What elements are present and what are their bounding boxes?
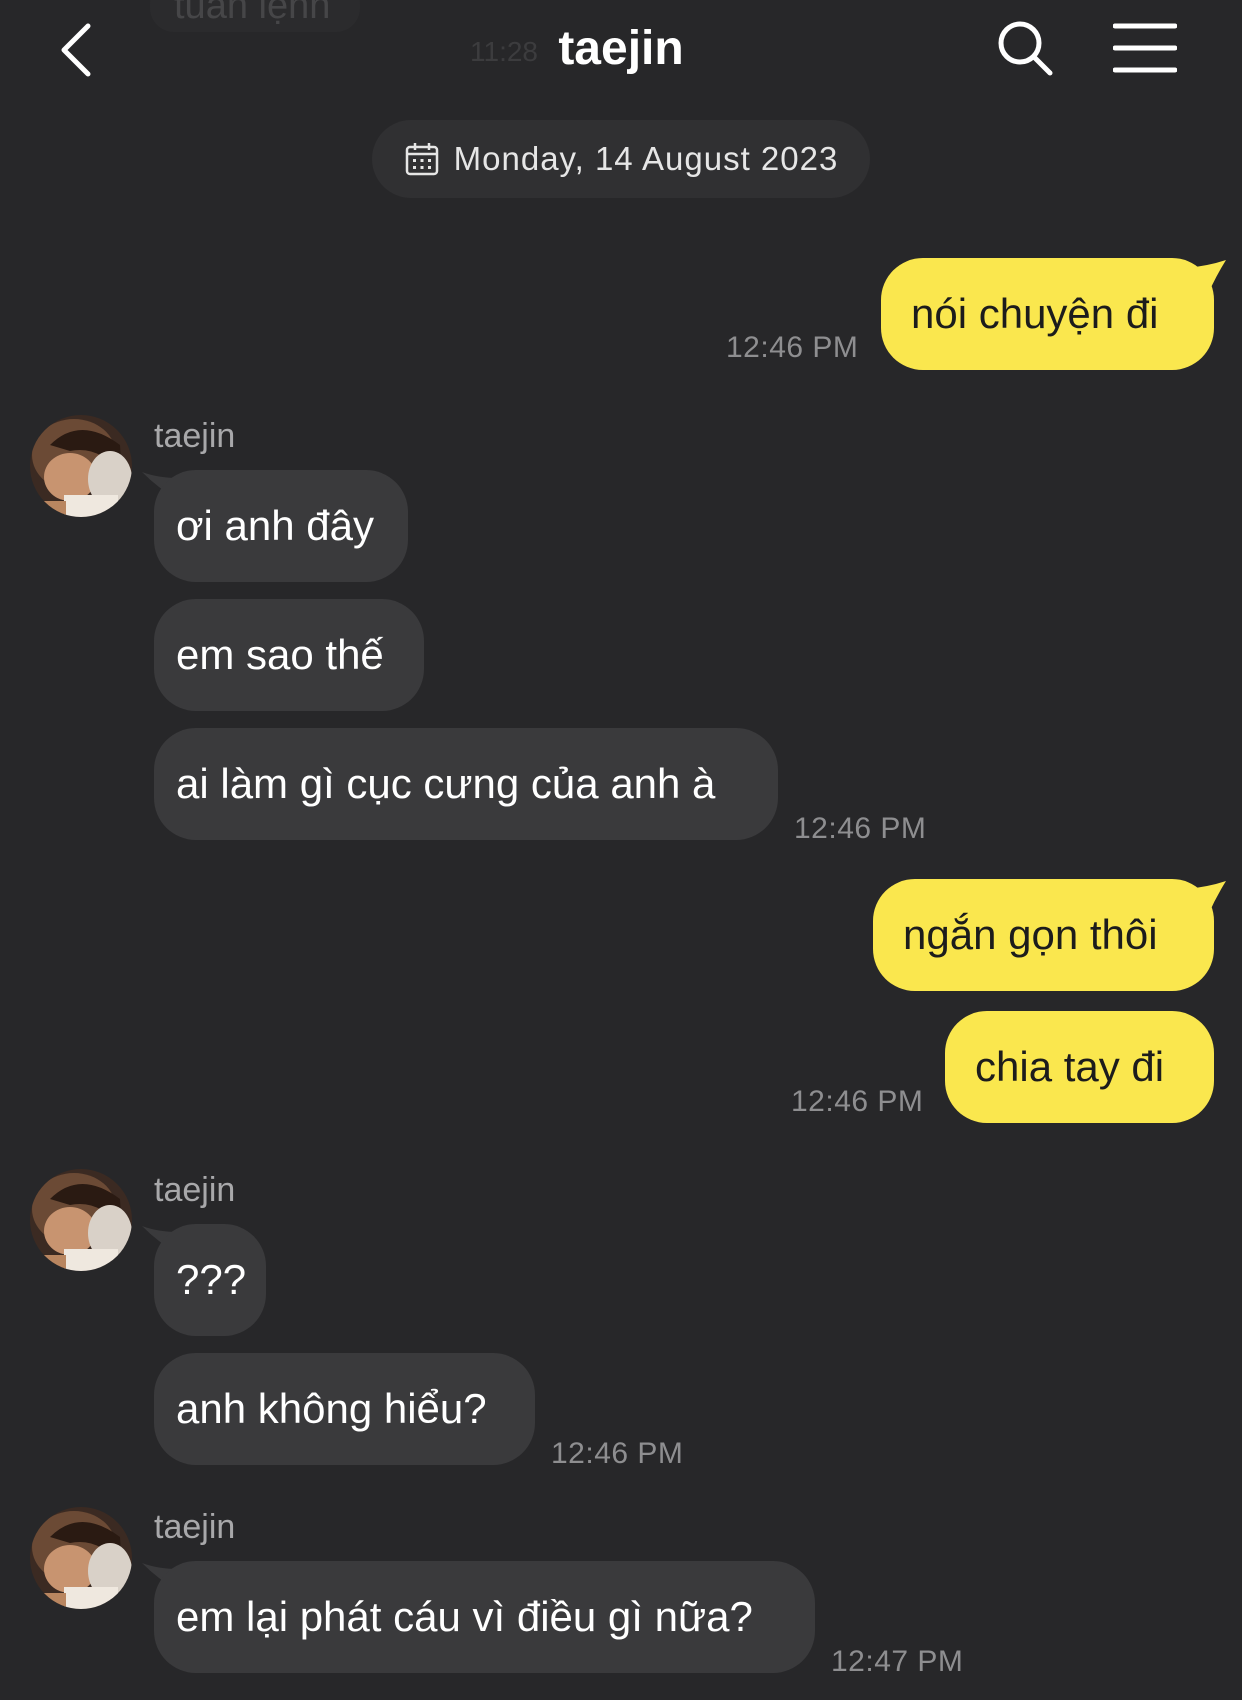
message-timestamp: 12:47 PM <box>831 1645 964 1678</box>
sender-name: taejin <box>154 417 236 455</box>
date-divider: Monday, 14 August 2023 <box>372 120 870 198</box>
hamburger-menu-icon <box>1112 23 1178 73</box>
message-text: em lại phát cáu vì điều gì nữa? <box>176 1593 753 1640</box>
date-label: Monday, 14 August 2023 <box>453 140 839 177</box>
message-text: anh không hiểu? <box>176 1385 487 1432</box>
avatar-photo <box>30 1169 132 1271</box>
menu-button[interactable] <box>1112 20 1178 76</box>
incoming-message[interactable]: ??? <box>154 1224 266 1336</box>
chat-header: tuân lệnh 11:28 taejin <box>0 0 1242 100</box>
search-button[interactable] <box>995 18 1055 78</box>
outgoing-message[interactable]: ngắn gọn thôi <box>873 879 1214 991</box>
incoming-message[interactable]: ai làm gì cục cưng của anh à <box>154 728 778 840</box>
message-timestamp: 12:46 PM <box>726 331 859 364</box>
message-timestamp: 12:46 PM <box>791 1085 924 1118</box>
message-timestamp: 12:46 PM <box>551 1437 684 1470</box>
avatar[interactable] <box>30 1507 132 1609</box>
outgoing-message[interactable]: chia tay đi <box>945 1011 1214 1123</box>
outgoing-message[interactable]: nói chuyện đi <box>881 258 1214 370</box>
chat-screen: tuân lệnh 11:28 taejin Monday, 14 August… <box>0 0 1242 1700</box>
message-text: em sao thế <box>176 631 384 678</box>
incoming-message[interactable]: anh không hiểu? <box>154 1353 535 1465</box>
incoming-message[interactable]: em lại phát cáu vì điều gì nữa? <box>154 1561 815 1673</box>
search-icon <box>998 21 1053 76</box>
avatar[interactable] <box>30 415 132 517</box>
avatar[interactable] <box>30 1169 132 1271</box>
avatar-photo <box>30 1507 132 1609</box>
message-text: ai làm gì cục cưng của anh à <box>176 760 716 807</box>
incoming-message[interactable]: ơi anh đây <box>154 470 408 582</box>
message-text: nói chuyện đi <box>911 290 1159 337</box>
message-text: chia tay đi <box>975 1043 1165 1090</box>
sender-name: taejin <box>154 1508 236 1546</box>
message-timestamp: 12:46 PM <box>794 812 927 845</box>
message-text: ơi anh đây <box>176 502 375 549</box>
incoming-message[interactable]: em sao thế <box>154 599 424 711</box>
chat-title: taejin <box>558 22 684 75</box>
sender-name: taejin <box>154 1171 236 1209</box>
message-text: ngắn gọn thôi <box>903 911 1158 958</box>
message-text: ??? <box>176 1256 247 1303</box>
avatar-photo <box>30 415 132 517</box>
calendar-icon <box>405 143 438 176</box>
